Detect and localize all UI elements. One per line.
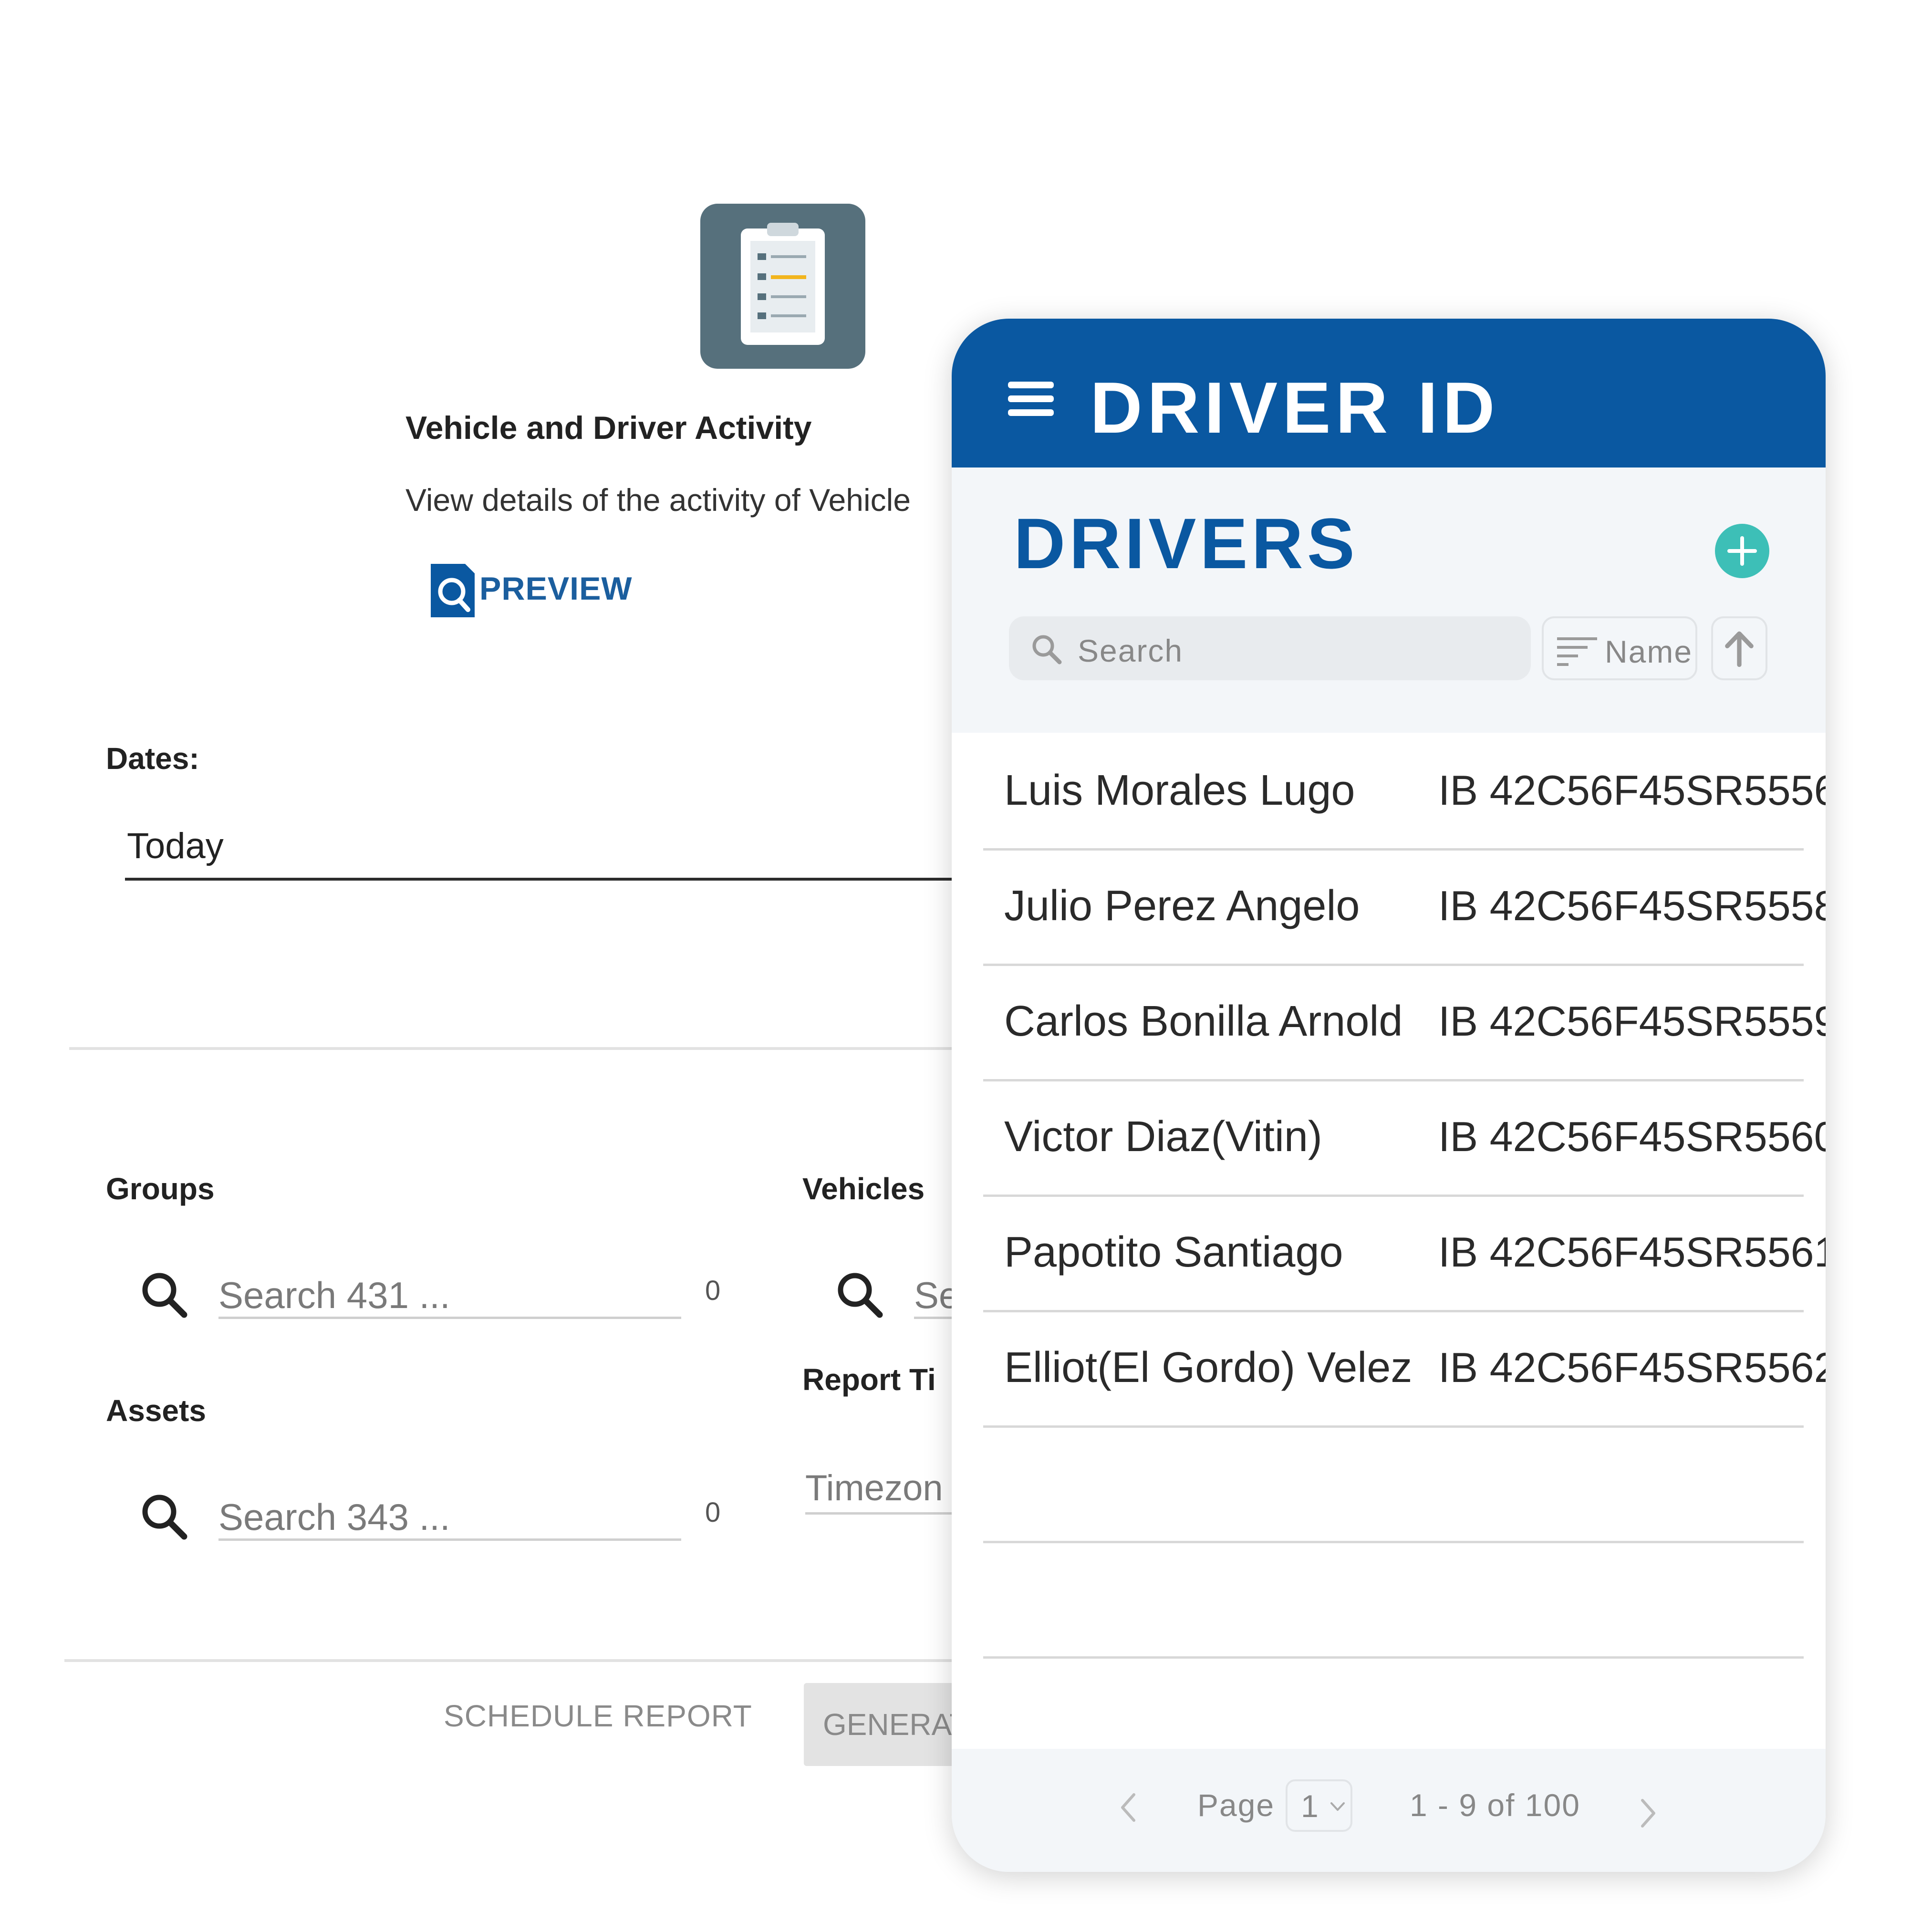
driver-list: Luis Morales Lugo IB 42C56F45SR5556 Juli… [952,733,1826,1749]
pagination: Page 1 1 - 9 of 100 [952,1749,1826,1872]
report-time-label: Report Ti [802,1362,936,1397]
groups-label: Groups [106,1172,215,1206]
vehicles-label: Vehicles [802,1172,925,1206]
preview-icon[interactable] [431,564,475,617]
driver-name: Victor Diaz(Vitin) [1004,1113,1322,1161]
schedule-report-button[interactable]: SCHEDULE REPORT [444,1698,752,1734]
chevron-right-icon[interactable] [1639,1797,1658,1830]
row-divider [983,1425,1804,1428]
driver-id: IB 42C56F45SR5560 [1438,1113,1826,1160]
timezone-select[interactable]: Timezon [805,1460,967,1515]
page-label: Page [1197,1787,1275,1823]
assets-label: Assets [106,1393,206,1428]
search-icon [1032,635,1062,665]
driver-search-placeholder: Search [1078,633,1184,668]
dates-label: Dates: [106,741,199,776]
report-clipboard-icon [700,204,865,369]
preview-link[interactable]: PREVIEW [479,570,633,607]
chevron-left-icon[interactable] [1119,1791,1138,1824]
driver-id: IB 42C56F45SR5559 [1438,997,1826,1045]
plus-icon [1727,536,1757,566]
row-divider [983,1541,1804,1543]
driver-row[interactable]: Carlos Bonilla Arnold IB 42C56F45SR5559 [952,964,1826,1079]
page-value: 1 [1301,1788,1319,1824]
timezone-placeholder: Timezon [805,1468,943,1508]
driver-id: IB 42C56F45SR5561 [1438,1228,1826,1276]
driver-id-app: DRIVER ID DRIVERS Search Name Luis Moral… [952,319,1826,1872]
driver-id: IB 42C56F45SR5562 [1438,1344,1826,1391]
search-icon [142,1495,187,1540]
driver-row[interactable]: Julio Perez Angelo IB 42C56F45SR5558 [952,848,1826,964]
groups-count: 0 [705,1275,721,1306]
search-icon [142,1273,187,1318]
assets-count: 0 [705,1497,721,1528]
search-icon [838,1273,883,1318]
app-header: DRIVER ID [952,319,1826,467]
section-divider [69,1047,961,1050]
generate-report-label: GENERAT [823,1707,968,1742]
driver-search-input[interactable]: Search [1009,616,1531,680]
footer-divider [64,1659,961,1662]
page-range: 1 - 9 of 100 [1410,1787,1580,1823]
groups-search-input[interactable]: Search 431 ... [218,1269,681,1319]
report-title: Vehicle and Driver Activity [405,410,812,446]
page-select[interactable]: 1 [1286,1779,1352,1832]
chevron-down-icon [1330,1802,1345,1811]
sort-field-select[interactable]: Name [1542,616,1697,680]
driver-id: IB 42C56F45SR5558 [1438,882,1826,929]
driver-row[interactable]: Papotito Santiago IB 42C56F45SR5561 [952,1195,1826,1310]
app-title: DRIVER ID [1090,367,1500,448]
sort-field-label: Name [1605,634,1693,669]
driver-id: IB 42C56F45SR5556 [1438,767,1826,814]
drivers-heading: DRIVERS [1014,503,1359,583]
driver-row[interactable]: Victor Diaz(Vitin) IB 42C56F45SR5560 [952,1079,1826,1195]
driver-name: Luis Morales Lugo [1004,767,1355,814]
sort-lines-icon [1557,637,1597,666]
dates-value: Today [127,826,224,866]
sort-direction-button[interactable] [1711,616,1767,680]
assets-search-placeholder: Search 343 ... [218,1496,450,1538]
driver-name: Elliot(El Gordo) Velez [1004,1344,1413,1392]
driver-name: Julio Perez Angelo [1004,882,1360,930]
report-description: View details of the activity of Vehicle [405,482,911,518]
arrow-up-icon [1725,631,1754,667]
dates-select[interactable]: Today [125,821,960,881]
driver-name: Papotito Santiago [1004,1228,1343,1276]
row-divider [983,1656,1804,1659]
add-driver-button[interactable] [1715,524,1769,578]
menu-icon[interactable] [1008,380,1054,418]
groups-search-placeholder: Search 431 ... [218,1274,450,1316]
driver-row[interactable]: Elliot(El Gordo) Velez IB 42C56F45SR5562 [952,1310,1826,1425]
assets-search-input[interactable]: Search 343 ... [218,1491,681,1541]
driver-row[interactable]: Luis Morales Lugo IB 42C56F45SR5556 [952,733,1826,848]
driver-name: Carlos Bonilla Arnold [1004,997,1403,1045]
